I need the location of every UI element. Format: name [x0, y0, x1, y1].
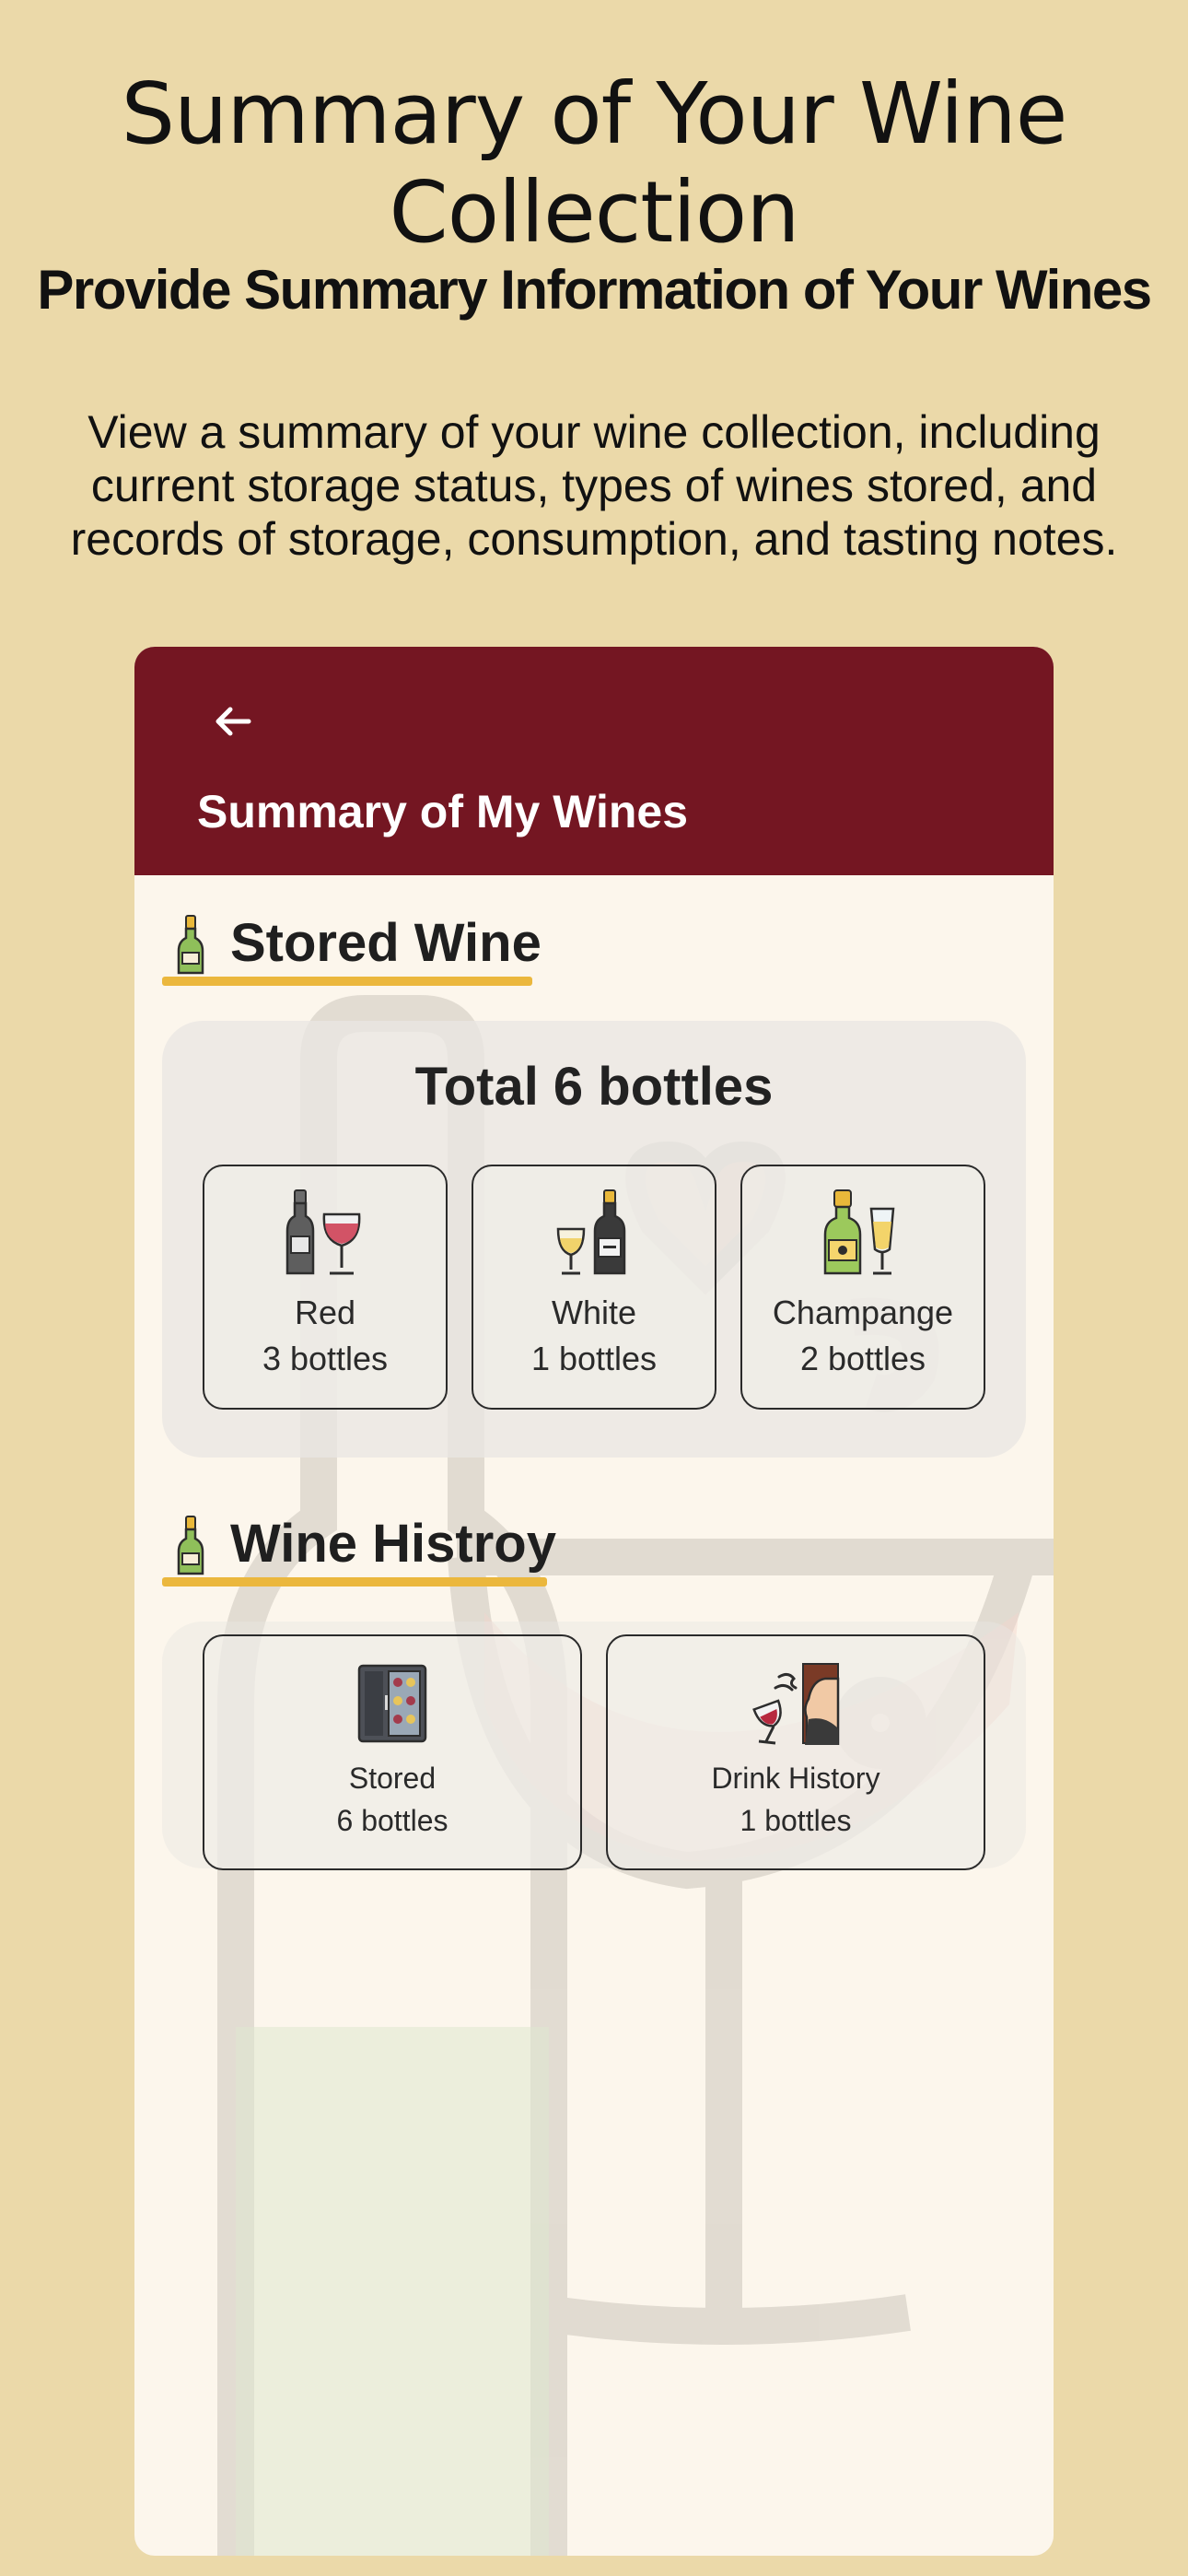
red-wine-card[interactable]: Red 3 bottles — [203, 1165, 448, 1410]
back-button[interactable] — [192, 680, 274, 763]
total-bottles: Total 6 bottles — [414, 1057, 774, 1117]
app-bar: Summary of My Wines — [134, 647, 1054, 875]
red-wine-icon — [285, 1189, 361, 1275]
champagne-icon — [823, 1189, 895, 1275]
hero-subtitle: Provide Summary Information of Your Wine… — [37, 259, 1152, 321]
card-count: 2 bottles — [799, 1340, 926, 1377]
champagne-card[interactable]: Champange 2 bottles — [740, 1165, 985, 1410]
arrow-left-icon — [215, 707, 251, 736]
card-count: 6 bottles — [336, 1804, 448, 1837]
stored-wine-heading: Stored Wine — [230, 913, 542, 973]
card-name: Stored — [348, 1762, 437, 1795]
card-count: 1 bottles — [530, 1340, 658, 1377]
card-name: Red — [294, 1294, 356, 1331]
white-wine-icon — [556, 1189, 626, 1275]
heading-underline — [162, 1577, 547, 1587]
hero-title: Summary of Your Wine Collection — [121, 64, 1068, 262]
wine-bottle-icon — [177, 1516, 204, 1575]
card-name: Drink History — [711, 1762, 880, 1795]
wine-cellar-icon — [357, 1664, 427, 1743]
card-name: Champange — [772, 1294, 954, 1331]
drink-history-card[interactable]: Drink History 1 bottles — [606, 1634, 985, 1870]
hero-description: View a summary of your wine collection, … — [70, 406, 1118, 565]
stored-history-card[interactable]: Stored 6 bottles — [203, 1634, 582, 1870]
wine-bottle-icon — [177, 915, 204, 975]
heading-underline — [162, 977, 532, 986]
white-wine-card[interactable]: White 1 bottles — [472, 1165, 716, 1410]
wine-history-heading: Wine Histroy — [230, 1514, 556, 1574]
card-count: 1 bottles — [740, 1804, 852, 1837]
history-panel: Stored 6 bottles Drink History 1 bottles — [162, 1622, 1026, 1870]
tasting-person-icon — [752, 1663, 840, 1745]
card-name: White — [551, 1294, 637, 1331]
phone-screen: Summary of My Wines Stored Wine Total 6 … — [134, 647, 1054, 2556]
card-count: 3 bottles — [262, 1340, 389, 1377]
app-bar-title: Summary of My Wines — [197, 786, 689, 837]
stored-summary-panel: Total 6 bottles Red 3 bottles White 1 bo… — [162, 1021, 1026, 1458]
